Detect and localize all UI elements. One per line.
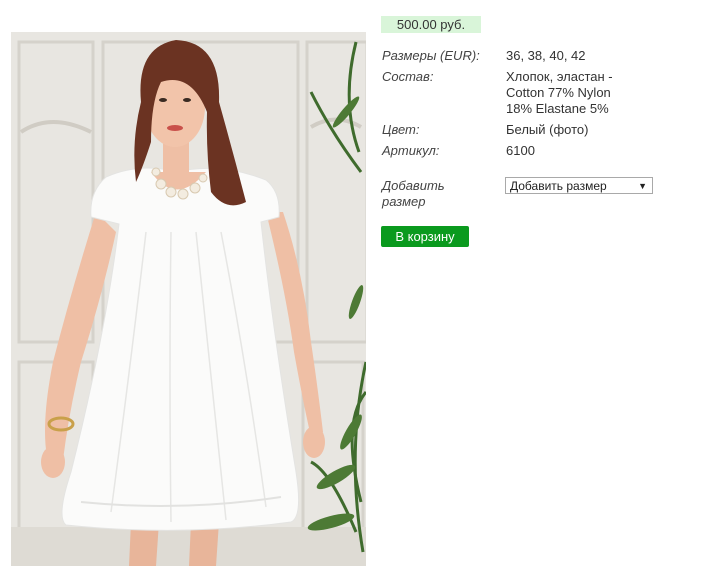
add-size-label: Добавить размер [382, 178, 500, 210]
add-size-label-line: Добавить [382, 178, 445, 193]
composition-value: Хлопок, эластан - Cotton 77% Nylon 18% E… [506, 69, 656, 117]
composition-line: Cotton 77% Nylon [506, 85, 611, 100]
add-to-cart-button[interactable]: В корзину [381, 226, 469, 247]
color-value: Белый (фото) [506, 122, 589, 137]
product-photo [11, 32, 366, 566]
add-size-label-line: размер [382, 194, 426, 209]
composition-line: 18% Elastane 5% [506, 101, 609, 116]
size-select[interactable]: Добавить размер ▼ [505, 177, 653, 194]
price-badge: 500.00 руб. [381, 16, 481, 33]
composition-line: Хлопок, эластан - [506, 69, 613, 84]
composition-label: Состав: [382, 69, 434, 84]
sizes-value: 36, 38, 40, 42 [506, 48, 586, 63]
sizes-label: Размеры (EUR): [382, 48, 480, 63]
article-value: 6100 [506, 143, 535, 158]
article-label: Артикул: [382, 143, 440, 158]
color-label: Цвет: [382, 122, 420, 137]
size-select-value: Добавить размер [510, 179, 607, 193]
dropdown-arrow-icon: ▼ [638, 181, 647, 191]
